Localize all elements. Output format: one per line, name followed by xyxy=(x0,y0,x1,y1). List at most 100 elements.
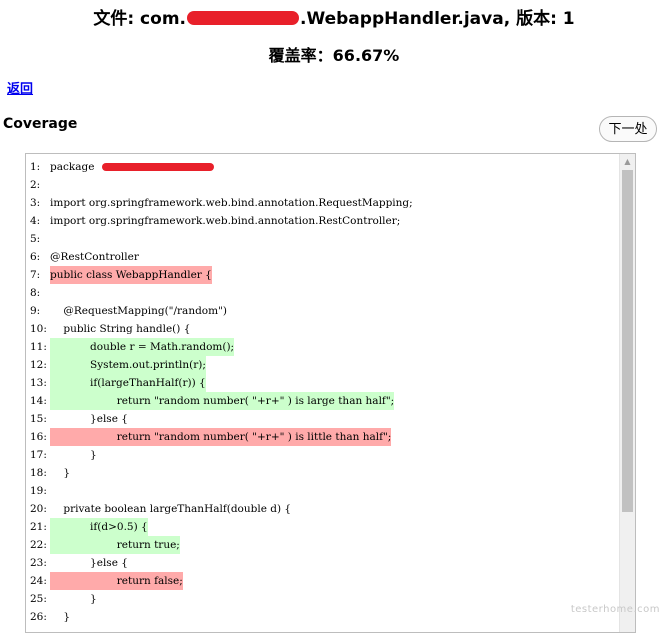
code-viewer[interactable]: 1: package 2: 3: import org.springframework… xyxy=(25,153,636,633)
line-text: if(largeThanHalf(r)) { xyxy=(50,377,206,389)
line-number: 17: xyxy=(30,449,47,461)
code-line: 15: }else { xyxy=(30,410,413,428)
code-line: 3: import org.springframework.web.bind.an… xyxy=(30,194,413,212)
line-source: }else { xyxy=(50,554,128,572)
line-number: 24: xyxy=(30,575,47,587)
line-number: 15: xyxy=(30,413,47,425)
line-source: import org.springframework.web.bind.anno… xyxy=(50,194,413,212)
code-line: 24: return false; xyxy=(30,572,413,590)
code-line: 20: private boolean largeThanHalf(double… xyxy=(30,500,413,518)
line-source: double r = Math.random(); xyxy=(50,338,235,356)
scroll-up-arrow-icon[interactable]: ▲ xyxy=(620,154,635,170)
code-line: 7: public class WebappHandler { xyxy=(30,266,413,284)
line-source: return "random number( "+r+" ) is large … xyxy=(50,392,395,410)
vertical-scrollbar[interactable]: ▲ xyxy=(619,154,635,632)
line-text: } xyxy=(50,593,97,605)
line-text: package xyxy=(50,161,98,173)
line-source: @RequestMapping("/random") xyxy=(50,302,227,320)
line-number: 11: xyxy=(30,341,47,353)
line-source: return "random number( "+r+" ) is little… xyxy=(50,428,392,446)
redaction-mark xyxy=(187,11,299,25)
line-number: 23: xyxy=(30,557,47,569)
line-source: import org.springframework.web.bind.anno… xyxy=(50,212,400,230)
line-source: if(d>0.5) { xyxy=(50,518,148,536)
line-number: 13: xyxy=(30,377,47,389)
line-source: package xyxy=(50,158,214,176)
scrollbar-thumb[interactable] xyxy=(622,170,633,512)
line-number: 9: xyxy=(30,305,41,317)
line-source: private boolean largeThanHalf(double d) … xyxy=(50,500,291,518)
line-number: 10: xyxy=(30,323,47,335)
line-source: } xyxy=(50,464,70,482)
code-line: 10: public String handle() { xyxy=(30,320,413,338)
line-number: 26: xyxy=(30,611,47,623)
code-line: 26: } xyxy=(30,608,413,626)
line-source: return true; xyxy=(50,536,180,554)
line-number: 6: xyxy=(30,251,41,263)
line-number: 22: xyxy=(30,539,47,551)
redaction-mark xyxy=(101,163,214,171)
line-text: }else { xyxy=(50,413,128,425)
line-source: } xyxy=(50,590,97,608)
code-line: 11: double r = Math.random(); xyxy=(30,338,413,356)
code-line: 8: xyxy=(30,284,413,302)
line-text: private boolean largeThanHalf(double d) … xyxy=(50,503,292,515)
line-source: } xyxy=(50,608,70,626)
line-source: @RestController xyxy=(50,248,139,266)
line-number: 19: xyxy=(30,485,47,497)
line-text: return "random number( "+r+" ) is little… xyxy=(50,431,392,443)
line-source: System.out.println(r); xyxy=(50,356,206,374)
title-suffix: .WebappHandler.java, 版本: 1 xyxy=(300,9,575,29)
watermark: testerhome.com xyxy=(570,604,660,615)
line-text: double r = Math.random(); xyxy=(50,341,235,353)
line-text: public class WebappHandler { xyxy=(50,269,212,281)
line-text: return true; xyxy=(50,539,180,551)
line-text: import org.springframework.web.bind.anno… xyxy=(50,197,413,209)
line-text: if(d>0.5) { xyxy=(50,521,148,533)
code-line: 1: package xyxy=(30,158,413,176)
code-line: 4: import org.springframework.web.bind.an… xyxy=(30,212,413,230)
code-listing: 1: package 2: 3: import org.springframework… xyxy=(30,158,413,626)
line-number: 4: xyxy=(30,215,41,227)
code-line: 14: return "random number( "+r+" ) is la… xyxy=(30,392,413,410)
line-text: } xyxy=(50,611,71,623)
code-line: 9: @RequestMapping("/random") xyxy=(30,302,413,320)
line-text: } xyxy=(50,449,97,461)
line-text: public String handle() { xyxy=(50,323,191,335)
line-number: 1: xyxy=(30,161,41,173)
line-number: 7: xyxy=(30,269,41,281)
code-line: 12: System.out.println(r); xyxy=(30,356,413,374)
code-line: 21: if(d>0.5) { xyxy=(30,518,413,536)
code-line: 16: return "random number( "+r+" ) is li… xyxy=(30,428,413,446)
code-line: 23: }else { xyxy=(30,554,413,572)
coverage-rate: 覆盖率：66.67% xyxy=(268,46,400,65)
line-number: 18: xyxy=(30,467,47,479)
back-link[interactable]: 返回 xyxy=(7,78,33,97)
line-text: import org.springframework.web.bind.anno… xyxy=(50,215,401,227)
code-line: 25: } xyxy=(30,590,413,608)
code-line: 22: return true; xyxy=(30,536,413,554)
line-text: @RequestMapping("/random") xyxy=(50,305,228,317)
line-number: 12: xyxy=(30,359,47,371)
line-number: 21: xyxy=(30,521,47,533)
section-heading: Coverage xyxy=(3,116,78,132)
line-number: 25: xyxy=(30,593,47,605)
page-title: 文件: com. .WebappHandler.java, 版本: 1 xyxy=(0,4,668,29)
line-text: return "random number( "+r+" ) is large … xyxy=(50,395,395,407)
line-number: 2: xyxy=(30,179,41,191)
line-number: 16: xyxy=(30,431,47,443)
line-text: } xyxy=(50,467,71,479)
line-source: return false; xyxy=(50,572,183,590)
line-source: public class WebappHandler { xyxy=(50,266,212,284)
line-text: return false; xyxy=(50,575,183,587)
line-text: @RestController xyxy=(50,251,139,263)
code-line: 18: } xyxy=(30,464,413,482)
line-text: System.out.println(r); xyxy=(50,359,206,371)
code-line: 13: if(largeThanHalf(r)) { xyxy=(30,374,413,392)
code-line: 17: } xyxy=(30,446,413,464)
line-number: 20: xyxy=(30,503,47,515)
line-number: 5: xyxy=(30,233,41,245)
line-number: 8: xyxy=(30,287,41,299)
next-occurrence-button[interactable]: 下一处 xyxy=(599,116,657,142)
line-source: public String handle() { xyxy=(50,320,190,338)
